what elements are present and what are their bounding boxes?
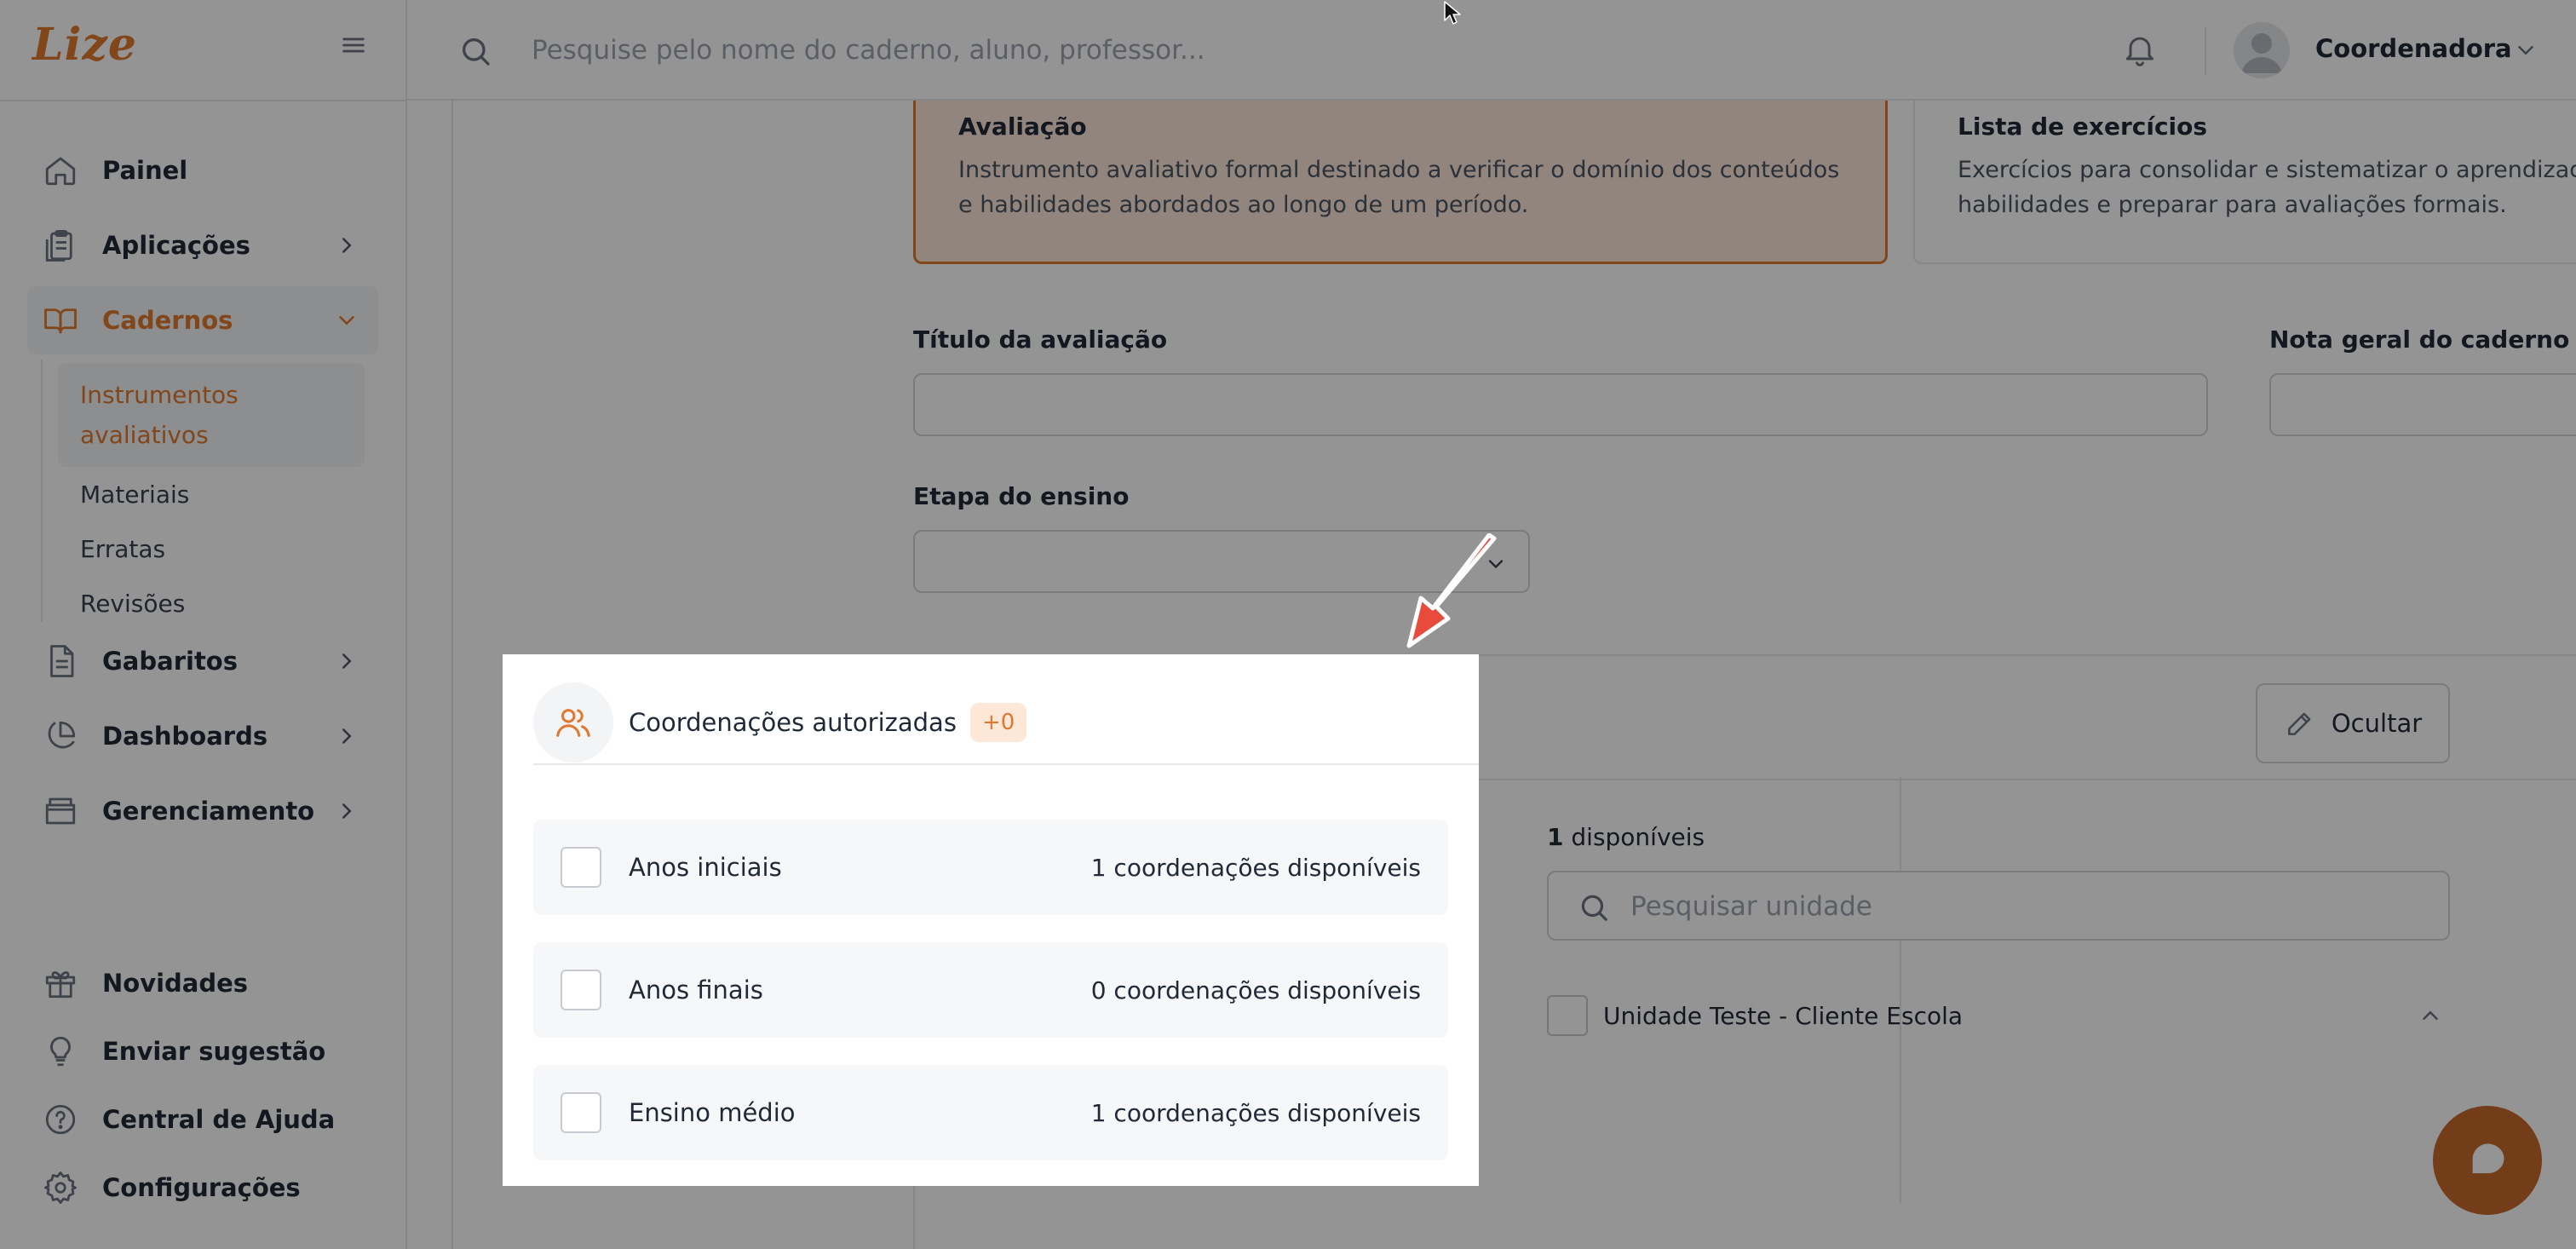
- users-icon-wrap: [533, 682, 613, 763]
- coordination-checkbox[interactable]: [561, 970, 601, 1010]
- coordination-row-anos-finais[interactable]: Anos finais 0 coordenações disponíveis: [533, 942, 1448, 1038]
- coordination-checkbox[interactable]: [561, 1092, 601, 1133]
- coordinations-card: Coordenações autorizadas +0 Anos iniciai…: [503, 654, 1479, 1186]
- coordination-count: 1 coordenações disponíveis: [1090, 853, 1421, 882]
- coordinations-title: Coordenações autorizadas: [629, 708, 957, 737]
- coordinations-badge: +0: [969, 703, 1027, 742]
- mouse-cursor-icon: [1444, 1, 1461, 25]
- coordinations-header: Coordenações autorizadas +0: [533, 682, 1479, 765]
- users-icon: [556, 709, 590, 737]
- coordination-label: Anos finais: [629, 976, 763, 1004]
- coordination-row-anos-iniciais[interactable]: Anos iniciais 1 coordenações disponíveis: [533, 820, 1448, 915]
- coordination-label: Anos iniciais: [629, 853, 782, 882]
- coordination-label: Ensino médio: [629, 1098, 796, 1127]
- coordination-count: 0 coordenações disponíveis: [1090, 976, 1421, 1004]
- coordination-checkbox[interactable]: [561, 847, 601, 888]
- coordination-row-ensino-medio[interactable]: Ensino médio 1 coordenações disponíveis: [533, 1065, 1448, 1160]
- tour-arrow-icon: [1406, 533, 1497, 648]
- coordination-count: 1 coordenações disponíveis: [1090, 1098, 1421, 1127]
